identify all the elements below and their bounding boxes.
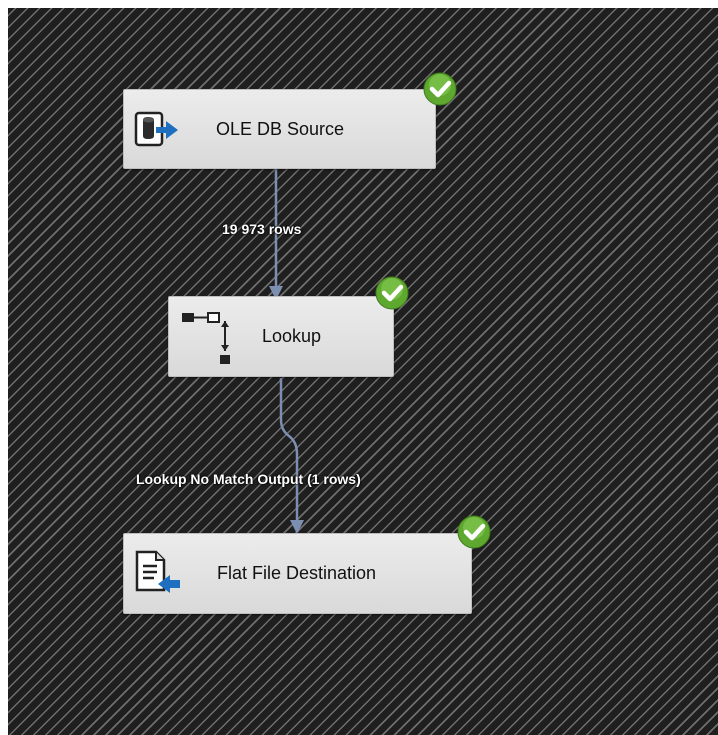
success-check-icon <box>375 276 409 310</box>
success-check-icon <box>457 515 491 549</box>
flat-file-destination-icon <box>135 550 180 593</box>
ole-db-source-component[interactable]: OLE DB Source <box>123 89 436 169</box>
flat-file-destination-label: Flat File Destination <box>217 563 377 583</box>
ole-db-source-label: OLE DB Source <box>216 119 345 139</box>
database-source-icon <box>134 111 178 147</box>
path-lookup-to-destination[interactable] <box>279 378 299 524</box>
data-flow-canvas[interactable]: OLE DB Source Lookup Flat File Destinati… <box>8 8 718 735</box>
path-label-source-to-lookup[interactable]: 19 973 rows <box>222 221 301 237</box>
flat-file-destination-component[interactable]: Flat File Destination <box>123 533 472 614</box>
success-check-icon <box>423 72 457 106</box>
lookup-icon <box>182 312 230 364</box>
path-lookup-to-destination-arrowhead <box>290 520 304 534</box>
path-label-lookup-to-destination[interactable]: Lookup No Match Output (1 rows) <box>136 471 361 487</box>
lookup-label: Lookup <box>262 326 322 346</box>
lookup-component[interactable]: Lookup <box>168 296 394 377</box>
